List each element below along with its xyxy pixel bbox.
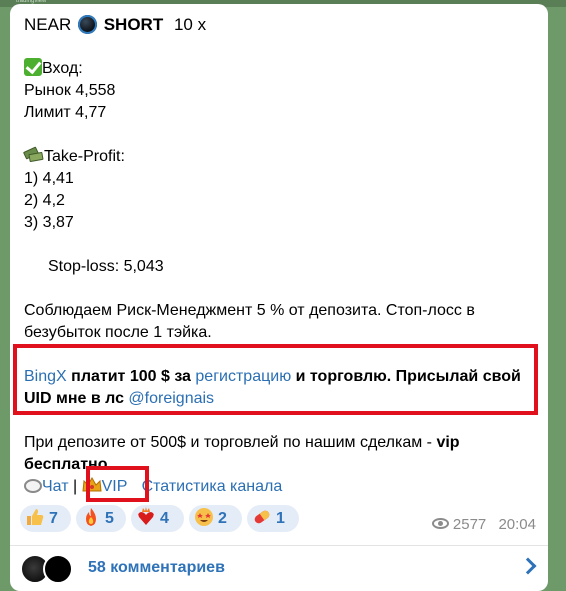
take-profit-1: 1) 4,41	[24, 170, 74, 187]
leverage: 10 x	[173, 15, 207, 34]
black-circle-icon	[77, 15, 97, 34]
flying-money-icon	[22, 146, 44, 163]
signal-title: NEAR SHORT 10 x	[24, 14, 544, 36]
chat-link[interactable]: Чат	[42, 478, 69, 495]
eye-icon	[431, 518, 449, 529]
heart-on-fire-icon	[138, 507, 154, 525]
check-mark-icon	[24, 58, 42, 76]
vip-text-1: При депозите от 500$ и торговлей по наши…	[24, 434, 460, 451]
fire-icon	[86, 508, 96, 526]
vip-highlight-box	[86, 466, 149, 502]
coin-name: NEAR	[24, 15, 72, 34]
reaction-pill[interactable]: 1	[247, 505, 299, 532]
chevron-right-icon[interactable]	[519, 557, 537, 575]
risk-text-2: безубыток после 1 тэйка.	[24, 324, 212, 341]
reaction-heart-on-fire[interactable]: 4	[131, 505, 184, 532]
market-price: Рынок 4,558	[24, 82, 116, 99]
reaction-star-struck[interactable]: 2	[189, 505, 242, 532]
message-text: NEAR SHORT 10 x Вход: Рынок 4,558 Лимит …	[22, 14, 544, 498]
limit-price: Лимит 4,77	[24, 104, 107, 121]
reaction-fire[interactable]: 5	[76, 505, 126, 532]
pill-icon	[254, 510, 270, 524]
star-struck-icon	[195, 508, 213, 526]
comments-count[interactable]: 58 комментариев	[88, 559, 225, 577]
separator: |	[73, 478, 78, 495]
risk-text-1: Соблюдаем Риск-Менеджмент 5 % от депозит…	[24, 302, 475, 319]
take-profit-heading: Take-Profit:	[22, 146, 544, 168]
views-count: 2577	[452, 516, 487, 533]
comments-bar[interactable]: 58 комментариев	[10, 546, 548, 591]
avatar	[43, 554, 73, 584]
message-time: 20:04	[498, 516, 536, 533]
reaction-thumbs-up[interactable]: 7	[20, 505, 71, 532]
message-bubble: NEAR SHORT 10 x Вход: Рынок 4,558 Лимит …	[10, 4, 548, 591]
message-meta: 2577 20:04	[431, 516, 536, 533]
stop-loss: Stop-loss: 5,043	[48, 258, 164, 275]
promo-highlight-box	[13, 344, 538, 415]
direction: SHORT	[103, 15, 164, 34]
speech-bubble-icon	[24, 479, 42, 493]
entry-heading: Вход:	[24, 58, 544, 80]
take-profit-2: 2) 4,2	[24, 192, 65, 209]
stats-link[interactable]: Статистика канала	[142, 478, 283, 495]
take-profit-3: 3) 3,87	[24, 214, 74, 231]
thumbs-up-icon	[27, 509, 44, 525]
